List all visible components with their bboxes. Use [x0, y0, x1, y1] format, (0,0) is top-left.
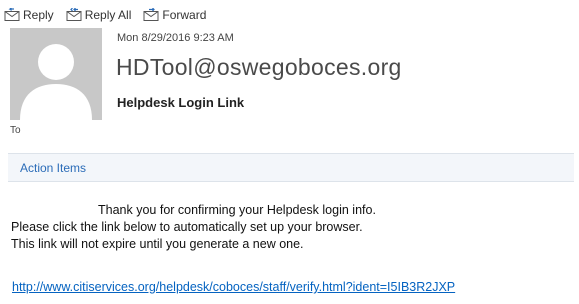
message-toolbar: Reply Reply All Forward	[4, 6, 206, 24]
reply-label: Reply	[23, 8, 54, 22]
body-line-1: Thank you for confirming your Helpdesk l…	[98, 203, 376, 217]
sender-avatar	[10, 28, 102, 120]
reply-all-button[interactable]: Reply All	[66, 8, 132, 22]
action-items-link[interactable]: Action Items	[20, 161, 86, 175]
message-date: Mon 8/29/2016 9:23 AM	[117, 32, 234, 44]
message-subject: Helpdesk Login Link	[117, 95, 245, 110]
forward-button[interactable]: Forward	[143, 8, 206, 22]
reply-icon	[4, 8, 20, 21]
sender-address[interactable]: HDTool@oswegoboces.org	[116, 54, 402, 81]
person-silhouette-icon	[10, 28, 102, 120]
body-line-2: Please click the link below to automatic…	[11, 220, 363, 234]
to-label: To	[10, 125, 21, 136]
body-line-3: This link will not expire until you gene…	[11, 237, 304, 251]
reply-all-icon	[66, 8, 82, 21]
message-body: Thank you for confirming your Helpdesk l…	[11, 202, 571, 253]
verify-link[interactable]: http://www.citiservices.org/helpdesk/cob…	[12, 280, 455, 294]
reply-button[interactable]: Reply	[4, 8, 54, 22]
forward-icon	[143, 8, 159, 21]
action-items-bar: Action Items	[8, 153, 574, 182]
reply-all-label: Reply All	[84, 8, 132, 22]
forward-label: Forward	[162, 8, 207, 22]
